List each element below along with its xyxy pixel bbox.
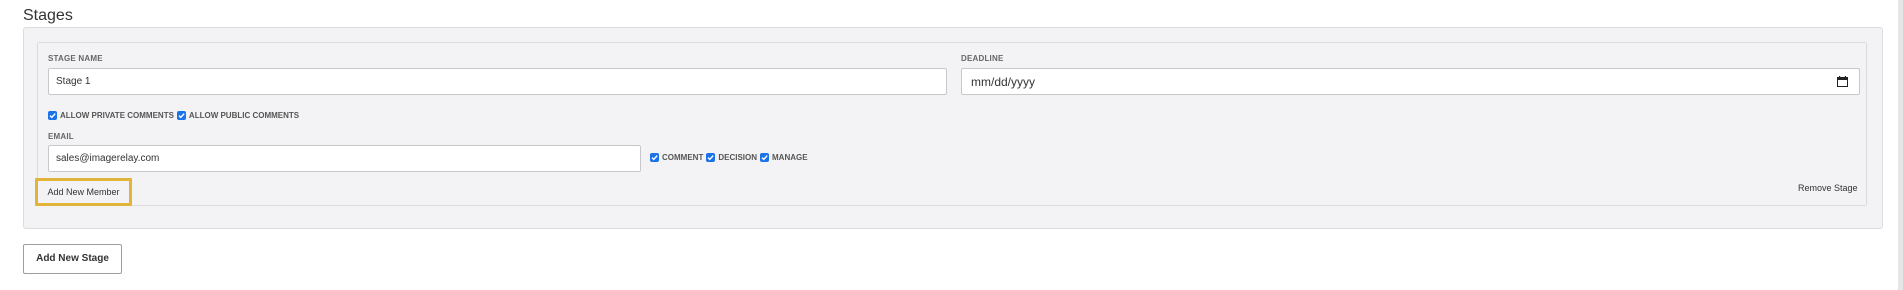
check-icon — [651, 155, 658, 161]
allow-public-comments-label: ALLOW PUBLIC COMMENTS — [188, 111, 300, 120]
check-icon — [707, 155, 715, 161]
decision-permission-label: DECISION — [718, 153, 757, 162]
check-icon — [761, 155, 768, 161]
member-permissions-row: COMMENT DECISION MANAGE — [650, 153, 811, 162]
check-icon — [49, 113, 56, 119]
manage-permission-checkbox[interactable] — [760, 153, 769, 162]
remove-stage-link[interactable]: Remove Stage — [1798, 183, 1858, 193]
comment-settings-row: ALLOW PRIVATE COMMENTS ALLOW PUBLIC COMM… — [48, 111, 302, 120]
deadline-label: DEADLINE — [961, 54, 1004, 63]
stage-name-label: STAGE NAME — [48, 54, 103, 63]
stage-card — [37, 42, 1867, 206]
section-title: Stages — [23, 7, 73, 24]
page-scrollbar[interactable] — [1898, 0, 1903, 290]
comment-permission-label: COMMENT — [662, 153, 704, 162]
check-icon — [178, 113, 185, 119]
stage-name-input[interactable] — [48, 68, 947, 95]
comment-permission-checkbox[interactable] — [650, 153, 659, 162]
email-label: EMAIL — [48, 132, 74, 141]
add-new-stage-button[interactable]: Add New Stage — [23, 244, 122, 274]
member-email-input[interactable] — [48, 145, 641, 172]
allow-private-comments-label: ALLOW PRIVATE COMMENTS — [60, 111, 174, 120]
manage-permission-label: MANAGE — [772, 153, 808, 162]
deadline-placeholder: mm/dd/yyyy — [971, 75, 1036, 89]
allow-public-comments-checkbox[interactable] — [176, 111, 186, 120]
decision-permission-checkbox[interactable] — [706, 153, 716, 162]
deadline-input[interactable]: mm/dd/yyyy — [961, 68, 1860, 95]
add-new-member-button[interactable]: Add New Member — [38, 181, 129, 203]
stages-page: Stages STAGE NAME DEADLINE mm/dd/yyyy AL… — [0, 0, 1903, 290]
allow-private-comments-checkbox[interactable] — [48, 111, 57, 120]
calendar-icon[interactable] — [1837, 76, 1848, 87]
